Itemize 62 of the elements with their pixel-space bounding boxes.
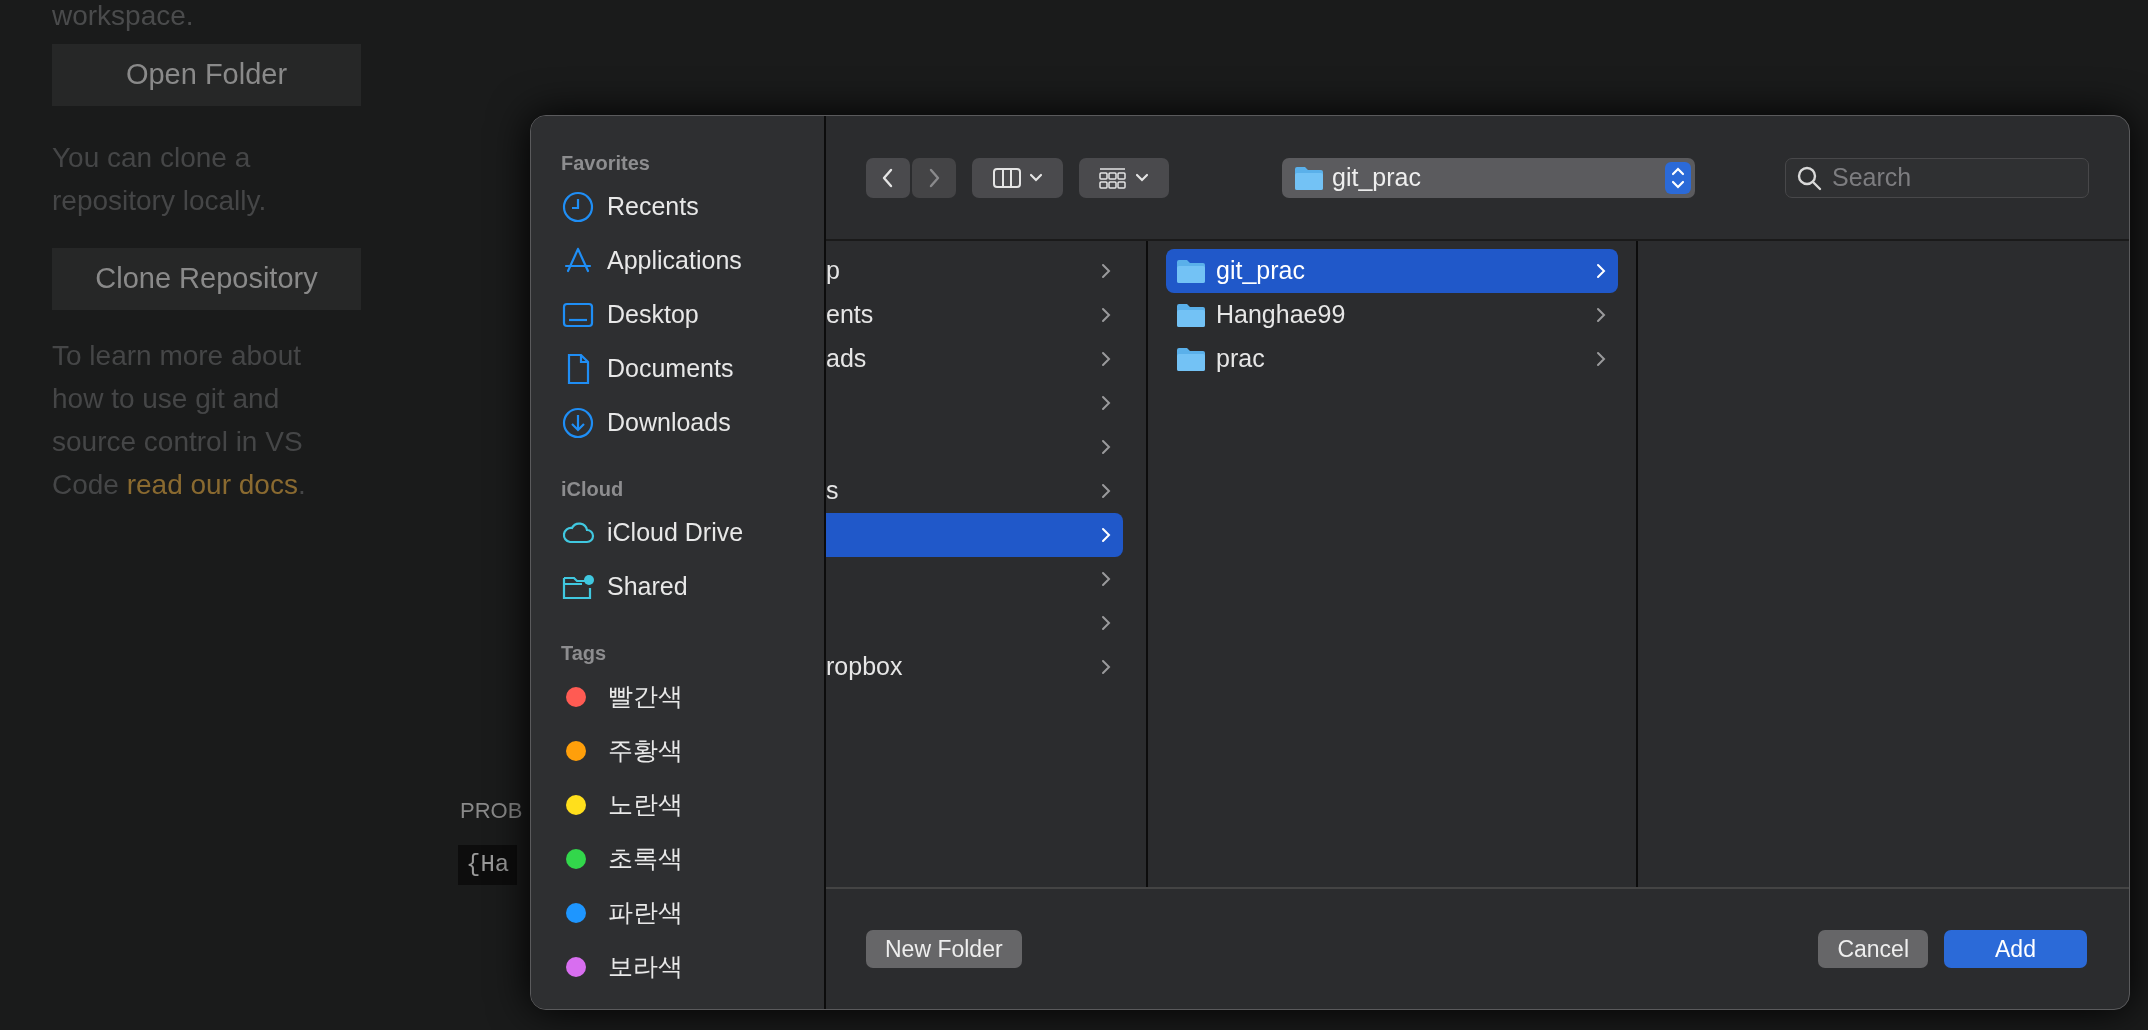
chevron-icon xyxy=(1099,438,1113,456)
dialog-button[interactable]: Cancel xyxy=(1818,930,1928,968)
chevron-icon xyxy=(1099,614,1113,632)
chevron-icon xyxy=(1594,306,1608,324)
chevron-icon xyxy=(1594,262,1608,280)
sidebar-item[interactable]: 주황색 xyxy=(531,724,824,778)
chevron-icon xyxy=(1099,394,1113,412)
sidebar-item[interactable]: 파란색 xyxy=(531,886,824,940)
sidebar-item[interactable]: Desktop xyxy=(531,288,824,342)
chevron-icon xyxy=(1099,658,1113,676)
folder-icon xyxy=(1176,258,1206,284)
folder-icon xyxy=(1176,346,1206,372)
section-header: Tags xyxy=(560,641,608,666)
caret-icon xyxy=(1134,171,1150,184)
stepper-icon xyxy=(1665,161,1691,194)
clone-repository-button[interactable]: Clone Repository xyxy=(52,248,361,310)
open-folder-button[interactable]: Open Folder xyxy=(52,44,361,106)
sidebar-item[interactable]: iCloud Drive xyxy=(531,506,824,560)
sidebar-item[interactable]: 보라색 xyxy=(531,940,824,994)
file-row[interactable]: ropbox xyxy=(826,645,1123,689)
dialog-button[interactable]: New Folder xyxy=(866,930,1022,968)
folder-row[interactable]: Hanghae99 xyxy=(1166,293,1618,337)
terminal-text: {Ha xyxy=(458,845,518,885)
folder-icon xyxy=(1176,302,1206,328)
file-row[interactable]: ents xyxy=(826,293,1123,337)
group-button[interactable] xyxy=(1079,157,1169,198)
sidebar-item[interactable]: 노란색 xyxy=(531,778,824,832)
back-button[interactable] xyxy=(866,157,910,198)
sidebar-item[interactable]: Applications xyxy=(531,234,824,288)
file-row[interactable]: ads xyxy=(826,337,1123,381)
grid-icon xyxy=(1098,165,1128,190)
sidebar-item[interactable]: Downloads xyxy=(531,396,824,450)
chevron-icon xyxy=(1099,306,1113,324)
folder-row[interactable]: git_prac xyxy=(1166,249,1618,293)
folder-row[interactable]: prac xyxy=(1166,337,1618,381)
chevron-icon xyxy=(1594,350,1608,368)
file-row[interactable]: s xyxy=(826,469,1123,513)
add-button[interactable]: Add xyxy=(1944,930,2087,968)
sidebar-item[interactable]: 초록색 xyxy=(531,832,824,886)
columns-icon xyxy=(991,165,1022,190)
folder-icon xyxy=(1294,164,1324,191)
chevron-icon xyxy=(1099,482,1113,500)
search-field[interactable]: Search xyxy=(1785,157,2089,198)
clock-icon xyxy=(561,190,595,224)
sidebar-item[interactable]: Shared xyxy=(531,560,824,614)
sidebar-item[interactable]: 빨간색 xyxy=(531,670,824,724)
search-icon xyxy=(1796,164,1822,191)
section-header: Favorites xyxy=(560,151,651,176)
caret-icon xyxy=(1027,171,1044,184)
sidebar-item[interactable]: Recents xyxy=(531,180,824,234)
path-popup[interactable]: git_prac xyxy=(1282,157,1695,198)
file-row[interactable]: p xyxy=(826,249,1123,293)
sidebar-item[interactable]: Documents xyxy=(531,342,824,396)
chevron-icon xyxy=(1099,350,1113,368)
search-input[interactable]: Search xyxy=(1830,157,2070,198)
chevron-icon xyxy=(1099,570,1113,588)
chevron-icon xyxy=(1099,526,1113,544)
section-header: iCloud xyxy=(560,477,625,502)
view-mode-button[interactable] xyxy=(972,157,1063,198)
file-row[interactable] xyxy=(826,513,1123,557)
download-icon xyxy=(561,406,595,440)
chevron-icon xyxy=(1099,262,1113,280)
